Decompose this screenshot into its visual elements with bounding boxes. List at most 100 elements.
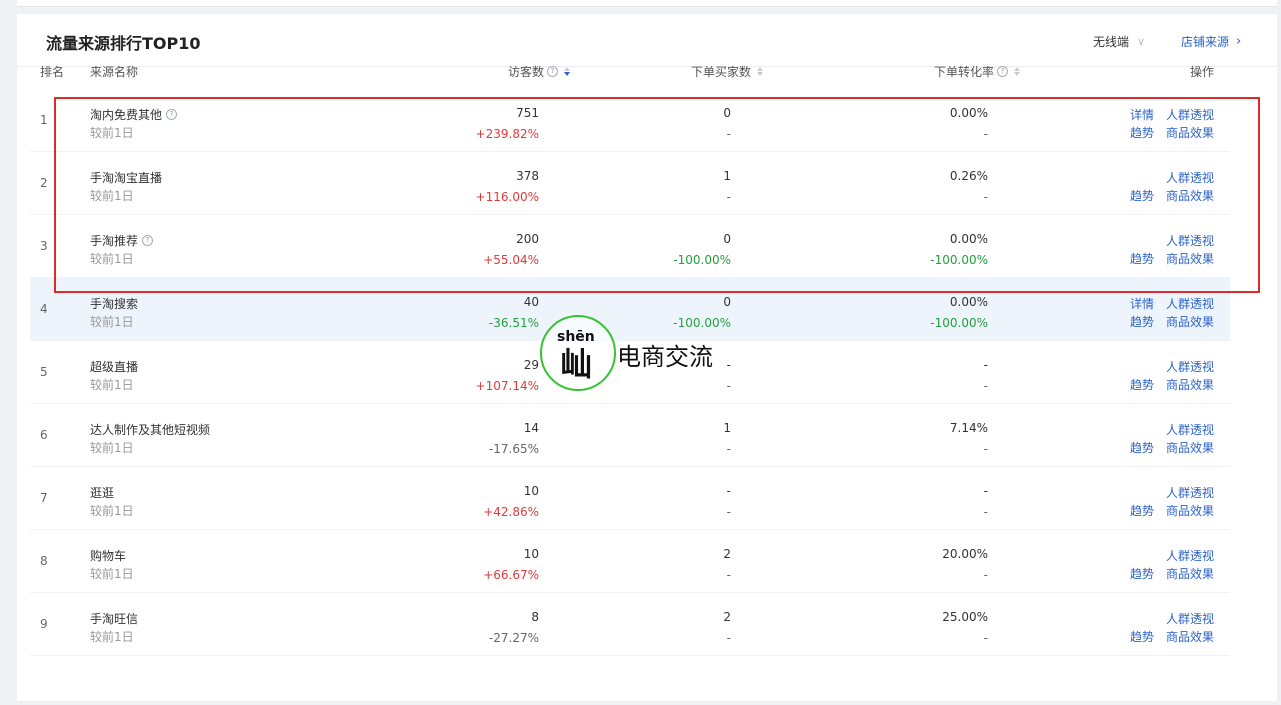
buyers-cell: 0 -100.00% bbox=[550, 214, 731, 277]
conversion-value: 0.00% bbox=[949, 106, 988, 120]
buyers-change: -100.00% bbox=[673, 316, 731, 330]
trend-link[interactable]: 趋势 bbox=[1130, 250, 1154, 267]
source-name: 超级直播 bbox=[90, 360, 139, 374]
source-name-cell: 手淘搜索 bbox=[90, 295, 138, 312]
source-name: 达人制作及其他短视频 bbox=[90, 423, 211, 437]
conversion-value: 0.26% bbox=[949, 169, 988, 183]
product-effect-link[interactable]: 商品效果 bbox=[1166, 565, 1214, 582]
rank-cell: 7 bbox=[40, 491, 48, 505]
buyers-value: - bbox=[726, 484, 731, 498]
source-name-cell: 逛逛 bbox=[90, 484, 114, 501]
visitors-change: +55.04% bbox=[483, 253, 539, 267]
trend-link[interactable]: 趋势 bbox=[1130, 439, 1154, 456]
buyers-cell: 1- bbox=[550, 151, 731, 214]
header-buyers-label: 下单买家数 bbox=[690, 65, 751, 79]
compare-label: 较前1日 bbox=[90, 441, 134, 455]
rank-cell: 4 bbox=[40, 302, 48, 316]
source-name-cell: 达人制作及其他短视频 bbox=[90, 421, 210, 438]
help-icon[interactable]: ? bbox=[547, 66, 558, 77]
conversion-value: - bbox=[983, 484, 988, 498]
trend-link[interactable]: 趋势 bbox=[1130, 313, 1154, 330]
visitors-change: +66.67% bbox=[483, 568, 539, 582]
conversion-value: 7.14% bbox=[949, 421, 988, 435]
product-effect-link[interactable]: 商品效果 bbox=[1166, 502, 1214, 519]
actions-cell: 详情 人群透视 趋势 商品效果 bbox=[1090, 88, 1214, 151]
crowd-insight-link[interactable]: 人群透视 bbox=[1166, 106, 1214, 123]
conversion-change: - bbox=[983, 379, 988, 393]
buyers-value: 0 bbox=[723, 232, 731, 246]
trend-link[interactable]: 趋势 bbox=[1130, 502, 1154, 519]
product-effect-link[interactable]: 商品效果 bbox=[1166, 628, 1214, 645]
conversion-cell: -- bbox=[750, 340, 988, 403]
product-effect-link[interactable]: 商品效果 bbox=[1166, 376, 1214, 393]
sort-icon[interactable] bbox=[757, 67, 763, 76]
buyers-value: 1 bbox=[723, 169, 731, 183]
source-name: 手淘推荐 bbox=[90, 234, 139, 248]
visitors-change: -27.27% bbox=[488, 631, 539, 645]
table-row: 3 手淘推荐? 较前1日 200 +55.04% 0 -100.00% 0.00% -100.0… bbox=[30, 214, 1230, 278]
visitors-cell: 10 +42.86% bbox=[350, 466, 539, 529]
compare-label: 较前1日 bbox=[90, 630, 134, 644]
crowd-insight-link[interactable]: 人群透视 bbox=[1166, 610, 1214, 627]
buyers-value: 2 bbox=[723, 547, 731, 561]
trend-link[interactable]: 趋势 bbox=[1130, 565, 1154, 582]
detail-link[interactable]: 详情 bbox=[1130, 106, 1154, 123]
conversion-cell: 0.26% - bbox=[750, 151, 988, 214]
visitors-value: 14 bbox=[523, 421, 539, 435]
crowd-insight-link[interactable]: 人群透视 bbox=[1166, 169, 1214, 186]
conversion-change: - bbox=[983, 568, 988, 582]
crowd-insight-link[interactable]: 人群透视 bbox=[1166, 547, 1214, 564]
buyers-value: 1 bbox=[723, 421, 731, 435]
header-visitors[interactable]: 访客数 ? bbox=[508, 63, 570, 80]
header-visitors-label: 访客数 bbox=[507, 65, 544, 79]
help-icon[interactable]: ? bbox=[166, 109, 178, 120]
device-select-label: 无线端 bbox=[1093, 35, 1130, 49]
buyers-value: 0 bbox=[723, 295, 731, 309]
header-conversion[interactable]: 下单转化率 ? bbox=[934, 63, 1020, 80]
sort-icon[interactable] bbox=[1014, 67, 1020, 76]
rank-cell: 5 bbox=[40, 365, 48, 379]
table-row: 2 手淘淘宝直播 较前1日 378 +116.00% 1-0.26% - 人群透视 趋势 商品效果 bbox=[30, 151, 1230, 215]
crowd-insight-link[interactable]: 人群透视 bbox=[1166, 358, 1214, 375]
actions-cell: 人群透视 趋势 商品效果 bbox=[1090, 151, 1214, 214]
header-buyers[interactable]: 下单买家数 bbox=[691, 63, 763, 80]
trend-link[interactable]: 趋势 bbox=[1130, 628, 1154, 645]
store-source-label: 店铺来源 bbox=[1181, 35, 1230, 49]
store-source-link[interactable]: 店铺来源 › bbox=[1181, 33, 1241, 50]
rank-cell: 3 bbox=[40, 239, 48, 253]
rank-cell: 6 bbox=[40, 428, 48, 442]
crowd-insight-link[interactable]: 人群透视 bbox=[1166, 295, 1214, 312]
trend-link[interactable]: 趋势 bbox=[1130, 187, 1154, 204]
visitors-cell: 40 -36.51% bbox=[350, 277, 539, 340]
product-effect-link[interactable]: 商品效果 bbox=[1166, 187, 1214, 204]
product-effect-link[interactable]: 商品效果 bbox=[1166, 250, 1214, 267]
visitors-change: +42.86% bbox=[483, 505, 539, 519]
buyers-cell: 1- bbox=[550, 403, 731, 466]
rank-cell: 8 bbox=[40, 554, 48, 568]
visitors-cell: 8 -27.27% bbox=[350, 592, 539, 655]
product-effect-link[interactable]: 商品效果 bbox=[1166, 439, 1214, 456]
trend-link[interactable]: 趋势 bbox=[1130, 376, 1154, 393]
trend-link[interactable]: 趋势 bbox=[1130, 124, 1154, 141]
detail-link[interactable]: 详情 bbox=[1130, 295, 1154, 312]
conversion-change: -100.00% bbox=[930, 316, 988, 330]
buyers-value: 2 bbox=[723, 610, 731, 624]
buyers-cell: 2- bbox=[550, 592, 731, 655]
crowd-insight-link[interactable]: 人群透视 bbox=[1166, 421, 1214, 438]
crowd-insight-link[interactable]: 人群透视 bbox=[1166, 232, 1214, 249]
device-select[interactable]: 无线端 ∨ bbox=[1093, 33, 1145, 50]
table-row: 4 手淘搜索 较前1日 40 -36.51% 0 -100.00% 0.00% -100.00%… bbox=[30, 277, 1230, 341]
product-effect-link[interactable]: 商品效果 bbox=[1166, 124, 1214, 141]
visitors-change: -17.65% bbox=[488, 442, 539, 456]
visitors-cell: 10 +66.67% bbox=[350, 529, 539, 592]
sort-icon[interactable] bbox=[564, 67, 570, 76]
crowd-insight-link[interactable]: 人群透视 bbox=[1166, 484, 1214, 501]
compare-label: 较前1日 bbox=[90, 378, 134, 392]
conversion-change: - bbox=[983, 190, 988, 204]
product-effect-link[interactable]: 商品效果 bbox=[1166, 313, 1214, 330]
help-icon[interactable]: ? bbox=[997, 66, 1008, 77]
conversion-change: -100.00% bbox=[930, 253, 988, 267]
visitors-change: -36.51% bbox=[488, 316, 539, 330]
conversion-change: - bbox=[983, 631, 988, 645]
help-icon[interactable]: ? bbox=[142, 235, 154, 246]
